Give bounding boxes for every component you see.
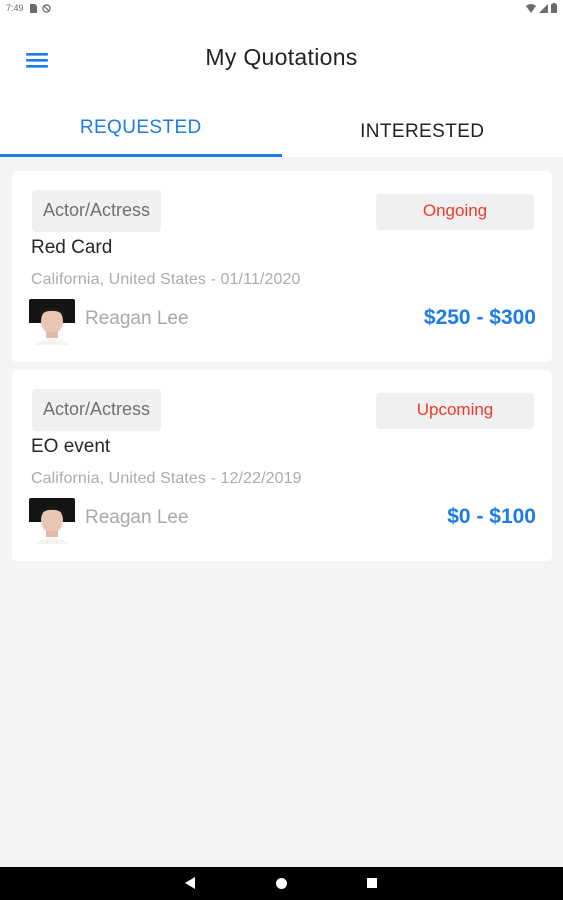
location-date: California, United States - 12/22/2019 bbox=[31, 470, 302, 487]
person-name: Reagan Lee bbox=[85, 308, 189, 329]
tab-active-indicator bbox=[0, 154, 282, 157]
tab-requested-label: REQUESTED bbox=[79, 117, 202, 138]
event-name: Red Card bbox=[31, 237, 113, 258]
person-avatar-image bbox=[29, 498, 75, 544]
quotation-card[interactable]: Actor/Actress Ongoing Red Card Californi… bbox=[12, 171, 552, 362]
screen: 7:49 My Quotations REQUESTED INTERESTED … bbox=[0, 0, 563, 900]
status-badge: Upcoming bbox=[376, 393, 534, 429]
price-range: $250 - $300 bbox=[423, 306, 536, 329]
sd-card-icon bbox=[29, 3, 37, 13]
nav-recents-icon[interactable] bbox=[367, 878, 377, 888]
nav-home-icon[interactable] bbox=[276, 878, 287, 889]
avatar bbox=[29, 498, 75, 544]
no-disturb-icon bbox=[41, 3, 51, 13]
status-time: 7:49 bbox=[6, 3, 24, 13]
app-bar: My Quotations bbox=[0, 18, 563, 100]
status-badge: Ongoing bbox=[376, 194, 534, 230]
status-right bbox=[526, 3, 557, 13]
category-chip: Actor/Actress bbox=[32, 190, 162, 232]
person-avatar-image bbox=[29, 299, 75, 345]
category-chip: Actor/Actress bbox=[32, 389, 162, 431]
signal-icon bbox=[539, 3, 548, 13]
avatar bbox=[29, 299, 75, 345]
tab-requested[interactable]: REQUESTED bbox=[0, 100, 282, 157]
navigation-bar bbox=[0, 867, 563, 900]
wifi-icon bbox=[526, 3, 536, 13]
person-name: Reagan Lee bbox=[85, 507, 189, 528]
tab-interested[interactable]: INTERESTED bbox=[282, 100, 563, 157]
tab-interested-label: INTERESTED bbox=[360, 121, 485, 142]
quotation-card[interactable]: Actor/Actress Upcoming EO event Californ… bbox=[12, 370, 552, 561]
event-name: EO event bbox=[31, 436, 111, 457]
location-date: California, United States - 01/11/2020 bbox=[31, 271, 301, 288]
page-title: My Quotations bbox=[205, 44, 358, 70]
price-range: $0 - $100 bbox=[447, 505, 536, 528]
nav-back-icon[interactable] bbox=[185, 877, 195, 889]
status-left: 7:49 bbox=[6, 3, 51, 13]
tab-bar: REQUESTED INTERESTED bbox=[0, 100, 563, 157]
status-bar: 7:49 bbox=[0, 0, 563, 18]
battery-icon bbox=[551, 3, 557, 13]
